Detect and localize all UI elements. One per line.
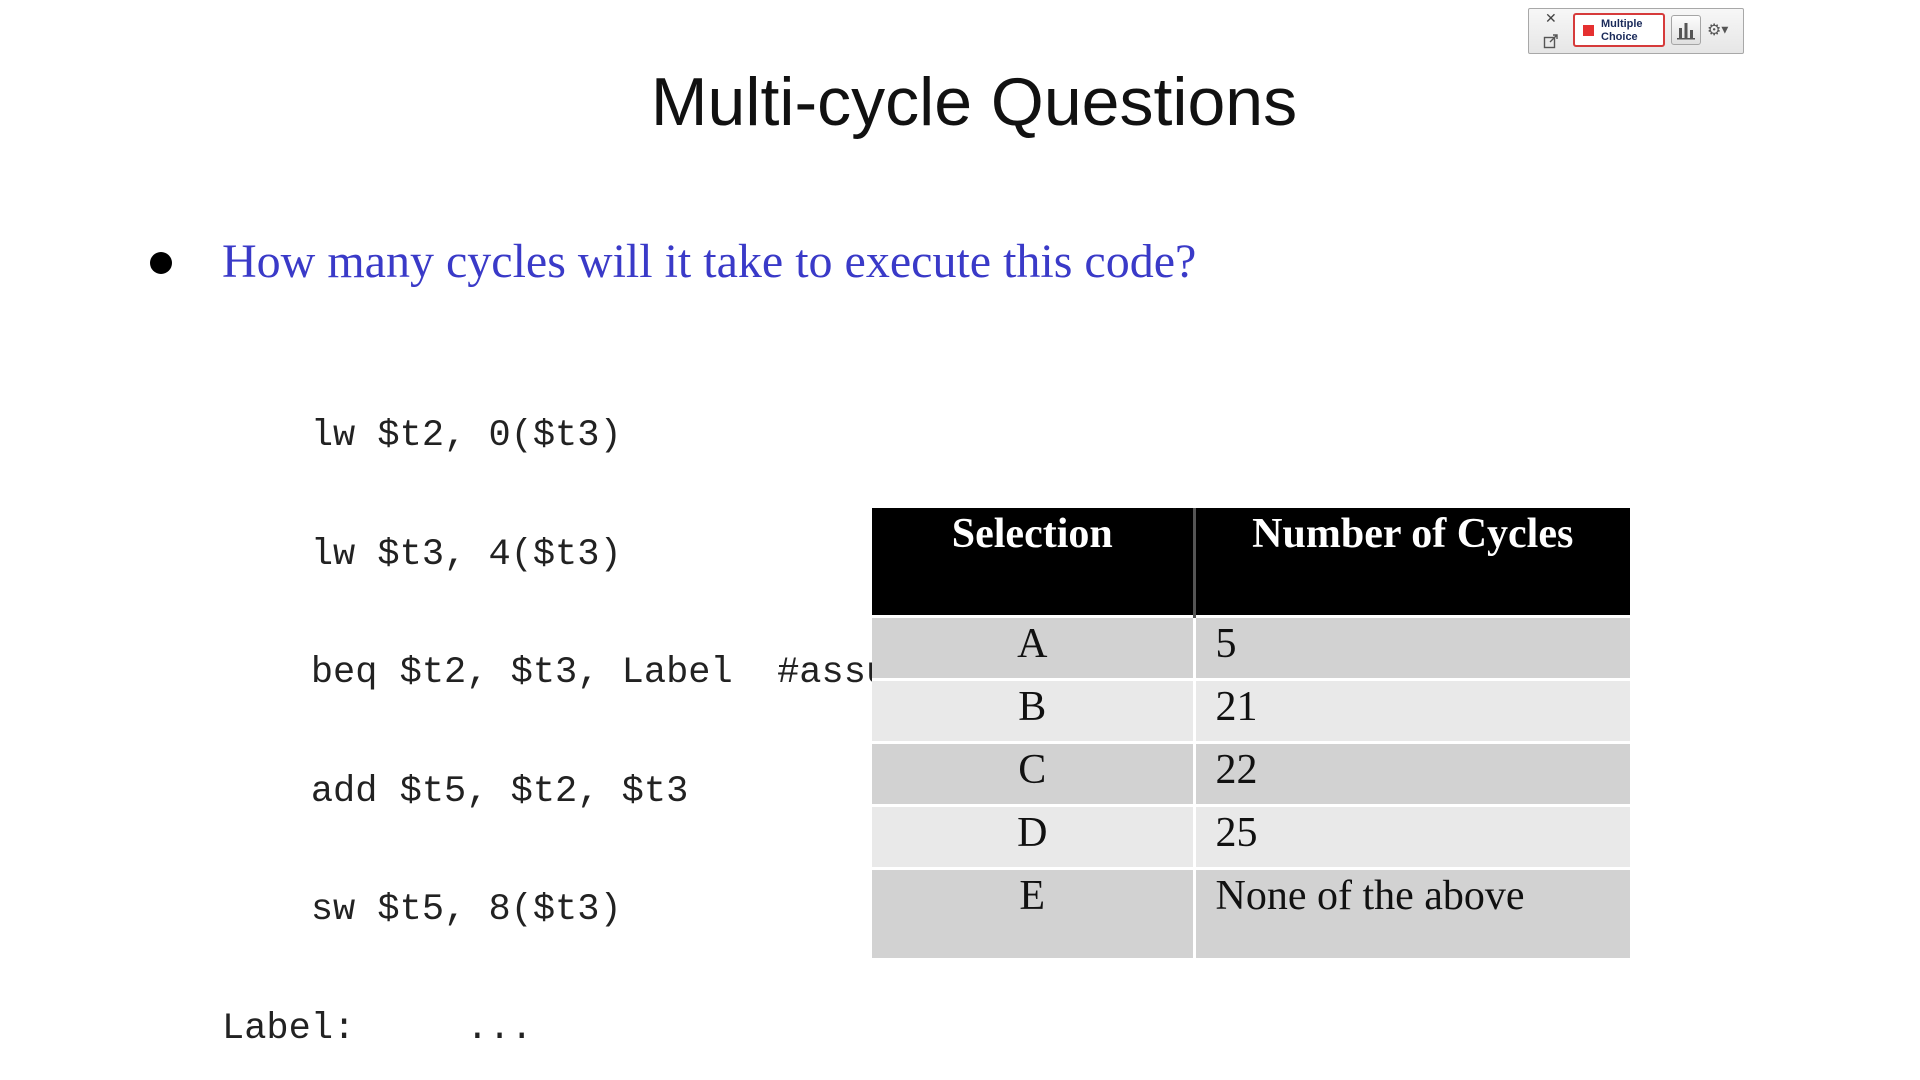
cycles-cell: 22	[1194, 740, 1630, 805]
table-row: D 25	[872, 803, 1630, 868]
slide: ✕ Multiple Choice ⚙▼ Multi-cycle Questio…	[0, 0, 1920, 1080]
code-line: Label: ...	[222, 1007, 533, 1050]
table-header-row: Selection Number of Cycles	[872, 508, 1630, 616]
show-results-button[interactable]	[1671, 15, 1701, 45]
question-text: How many cycles will it take to execute …	[222, 235, 1197, 288]
cycles-cell: 5	[1194, 614, 1630, 679]
table-row: B 21	[872, 677, 1630, 742]
multiple-choice-label: Multiple Choice	[1601, 18, 1643, 43]
header-selection: Selection	[872, 508, 1196, 616]
bar-chart-icon	[1677, 23, 1695, 40]
chevron-down-icon: ▼	[1721, 25, 1729, 36]
selection-cell: B	[872, 677, 1196, 742]
table-row: E None of the above	[872, 866, 1630, 958]
table-row: A 5	[872, 614, 1630, 679]
slide-title: Multi-cycle Questions	[650, 64, 1298, 140]
cycles-cell: 21	[1194, 677, 1630, 742]
header-number-of-cycles: Number of Cycles	[1194, 508, 1630, 616]
table-row: C 22	[872, 740, 1630, 805]
selection-cell: C	[872, 740, 1196, 805]
gear-icon: ⚙	[1707, 20, 1722, 39]
stop-square-icon	[1583, 25, 1594, 36]
popout-icon[interactable]	[1543, 33, 1559, 49]
cycles-cell: None of the above	[1194, 866, 1630, 958]
code-line: lw $t2, 0($t3)	[222, 415, 622, 457]
close-icon[interactable]: ✕	[1545, 11, 1557, 27]
multiple-choice-button[interactable]: Multiple Choice	[1573, 13, 1665, 47]
selection-cell: E	[872, 866, 1196, 958]
polling-toolbar: ✕ Multiple Choice ⚙▼	[1528, 8, 1744, 54]
bullet-icon	[150, 252, 172, 274]
answer-table: Selection Number of Cycles A 5 B 21 C 22…	[872, 508, 1630, 958]
selection-cell: D	[872, 803, 1196, 868]
selection-cell: A	[872, 614, 1196, 679]
settings-button[interactable]: ⚙▼	[1707, 17, 1737, 43]
cycles-cell: 25	[1194, 803, 1630, 868]
